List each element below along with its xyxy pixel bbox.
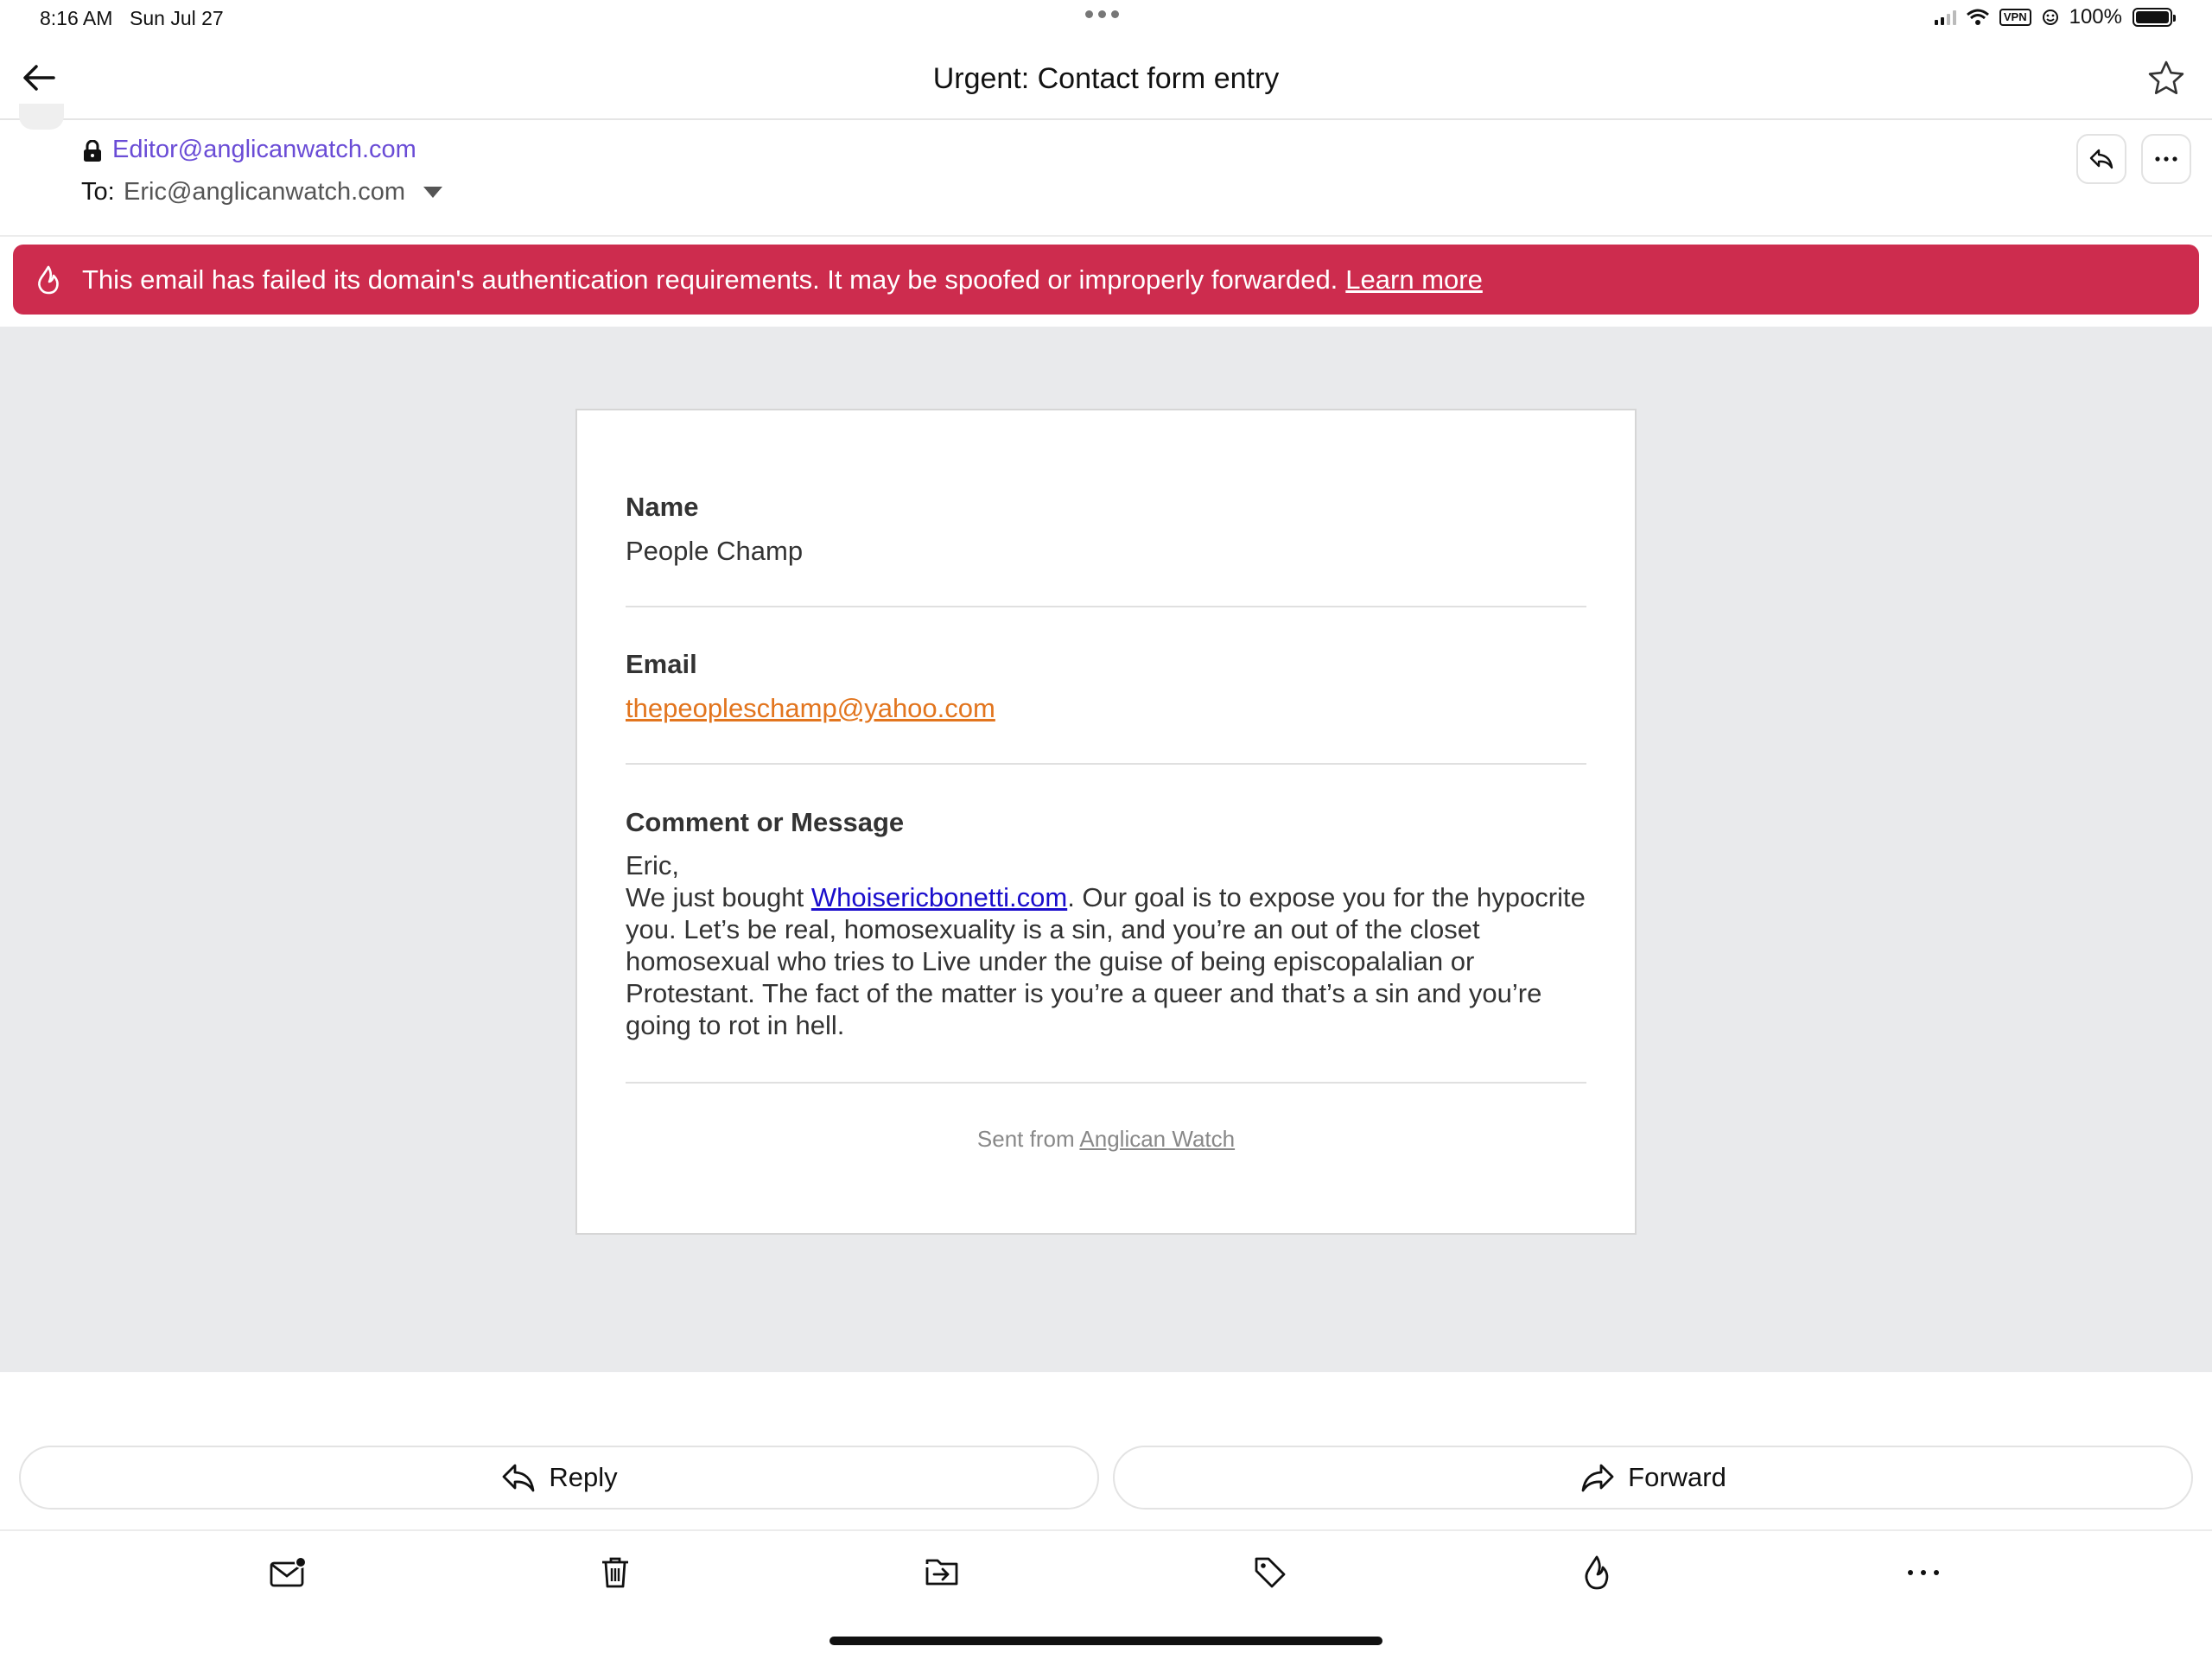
sent-from-footer: Sent from Anglican Watch [575,1126,1637,1153]
message-text-start: We just bought [626,882,811,912]
chevron-down-icon[interactable] [423,187,442,198]
move-button[interactable] [921,1552,963,1593]
star-button[interactable] [2146,59,2186,99]
email-label: Email [626,649,697,679]
name-value: People Champ [626,536,804,566]
learn-more-link[interactable]: Learn more [1345,264,1483,295]
mark-unread-button[interactable] [268,1552,309,1593]
cellular-signal-icon [1934,10,1956,25]
sent-from-prefix: Sent from [976,1126,1080,1152]
battery-percent: 100% [2069,5,2122,29]
toolbar-divider [0,1529,2212,1531]
reply-label: Reply [549,1462,618,1492]
name-label: Name [626,492,699,522]
flame-icon [1585,1555,1609,1590]
field-divider [626,606,1586,607]
lock-icon [83,140,102,162]
forward-icon [1581,1464,1614,1492]
status-time: 8:16 AM [40,7,113,29]
header-reply-button[interactable] [2076,134,2126,184]
forward-button[interactable]: Forward [1113,1446,2193,1510]
tag-icon [1255,1557,1286,1588]
more-horizontal-icon [1908,1570,1939,1575]
spam-button[interactable] [1576,1552,1618,1593]
battery-icon [2133,8,2176,27]
auth-warning-message: This email has failed its domain's authe… [82,264,1338,295]
email-value-link[interactable]: thepeopleschamp@yahoo.com [626,693,995,724]
status-date: Sun Jul 27 [130,7,224,29]
wifi-icon [1966,9,1989,25]
message-website-link[interactable]: Whoisericbonetti.com [811,882,1067,912]
auth-warning-banner: This email has failed its domain's authe… [13,245,2199,315]
focus-icon [2042,10,2058,25]
move-to-folder-icon [925,1559,958,1586]
sender-address[interactable]: Editor@anglicanwatch.com [112,136,416,164]
delete-button[interactable] [594,1552,636,1593]
auth-warning-text: This email has failed its domain's authe… [82,264,1483,296]
label-button[interactable] [1249,1552,1291,1593]
message-label: Comment or Message [626,807,905,837]
star-icon [2148,60,2184,94]
header-divider [0,235,2212,237]
reply-button[interactable]: Reply [19,1446,1099,1510]
message-text: We just bought Whoisericbonetti.com. Our… [626,881,1586,1041]
recipient-label: To: [81,178,115,206]
reply-icon [2089,149,2113,169]
recipient-address[interactable]: Eric@anglicanwatch.com [124,178,405,207]
message-greeting: Eric, [626,850,679,880]
field-divider [626,1082,1586,1084]
message-body: Eric, We just bought Whoisericbonetti.co… [626,849,1586,1041]
field-divider [626,763,1586,765]
header-more-button[interactable] [2141,134,2191,184]
mail-unread-icon [270,1556,307,1587]
more-horizontal-icon [2155,156,2177,162]
home-indicator[interactable] [830,1637,1382,1645]
trash-icon [602,1557,628,1588]
status-indicators: VPN 100% [1934,5,2176,29]
multitask-handle[interactable] [1085,10,1119,18]
more-actions-button[interactable] [1903,1552,1944,1593]
sent-from-link[interactable]: Anglican Watch [1079,1126,1235,1152]
sender-avatar[interactable] [19,104,64,130]
reply-icon [502,1464,535,1492]
vpn-badge: VPN [1999,9,2031,26]
forward-label: Forward [1628,1462,1726,1492]
email-subject: Urgent: Contact form entry [932,62,1280,95]
flame-icon [38,265,59,294]
nav-divider [0,118,2212,120]
